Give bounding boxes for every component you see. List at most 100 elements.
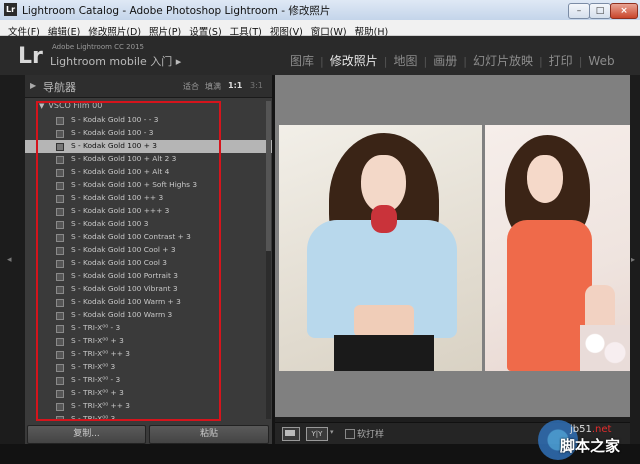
preset-label: S - Kodak Gold 100 Warm + 3	[71, 297, 181, 306]
maximize-button[interactable]: □	[589, 3, 611, 19]
preset-icon	[56, 195, 64, 203]
view-options-caret-icon[interactable]: ▾	[330, 428, 334, 436]
maximize-icon: □	[595, 6, 605, 16]
preset-item[interactable]: S - Kodak Gold 100 - 3	[25, 127, 272, 140]
close-icon: ×	[620, 6, 628, 16]
preset-item[interactable]: S - Kodak Gold 100 + Alt 2 3	[25, 153, 272, 166]
image-canvas[interactable]	[275, 75, 630, 417]
left-panel-trim: ◂	[0, 75, 25, 444]
zoom-3-1[interactable]: 3:1	[250, 81, 263, 90]
zoom-1-1[interactable]: 1:1	[228, 81, 242, 90]
menu-bar: 文件(F) 编辑(E) 修改照片(D) 照片(P) 设置(S) 工具(T) 视图(V) 窗口(…	[0, 20, 640, 38]
module-slideshow[interactable]: 幻灯片放映	[467, 52, 539, 69]
copy-paste-bar: 复制... 粘贴	[25, 425, 272, 444]
preset-icon	[56, 221, 64, 229]
photo-shape	[354, 305, 414, 337]
preset-label: S - Kodak Gold 100 + Alt 4	[71, 167, 170, 176]
preset-item[interactable]: S - TRI-X⁰⁰ 3	[25, 413, 272, 419]
preset-label: S - Kodak Gold 100 + Alt 2 3	[71, 154, 177, 163]
preset-item[interactable]: S - Kodak Gold 100 Cool + 3	[25, 244, 272, 257]
module-library[interactable]: 图库	[284, 52, 320, 69]
module-print[interactable]: 打印	[543, 52, 579, 69]
watermark-url-prefix: jb51	[570, 424, 592, 435]
preset-icon	[56, 169, 64, 177]
preset-folder-label: VSCO Film 00	[48, 101, 103, 110]
preset-item[interactable]: S - Kodak Gold 100 Contrast + 3	[25, 231, 272, 244]
preset-icon	[56, 260, 64, 268]
zoom-fill[interactable]: 填满	[205, 81, 221, 92]
collapse-right-panel-icon[interactable]: ▸	[631, 255, 635, 264]
preset-item[interactable]: S - Kodak Gold 100 + Alt 4	[25, 166, 272, 179]
photo-shape	[371, 205, 397, 233]
soft-proofing-label: 软打样	[357, 430, 385, 440]
preset-icon	[56, 234, 64, 242]
preset-item[interactable]: S - TRI-X⁰⁰ ++ 3	[25, 400, 272, 413]
watermark-text: 脚本之家	[560, 437, 621, 455]
module-web[interactable]: Web	[582, 54, 620, 68]
presets-scrollbar[interactable]	[266, 101, 271, 419]
copy-settings-button[interactable]: 复制...	[27, 425, 146, 444]
preset-item[interactable]: S - TRI-X⁰⁰ - 3	[25, 374, 272, 387]
preset-item[interactable]: S - Kodak Gold 100 + Soft Highs 3	[25, 179, 272, 192]
folder-expanded-icon: ▼	[39, 102, 45, 110]
preset-label: S - TRI-X⁰⁰ - 3	[71, 375, 121, 384]
lightroom-mobile-link[interactable]: Lightroom mobile 入门 ▸	[50, 53, 181, 69]
preset-label: S - Kodak Gold 100 ++ 3	[71, 193, 164, 202]
preset-icon	[56, 208, 64, 216]
identity-plate-header: Lr Adobe Lightroom CC 2015 Lightroom mob…	[0, 36, 640, 76]
zoom-fit[interactable]: 适合	[183, 81, 199, 92]
preset-item[interactable]: S - Kodak Gold 100 Portrait 3	[25, 270, 272, 283]
expand-triangle-icon[interactable]: ▶	[30, 81, 36, 90]
preset-item[interactable]: S - Kodak Gold 100 + 3	[25, 140, 272, 153]
loupe-view-button[interactable]	[282, 427, 300, 441]
lightroom-app-icon: Lr	[4, 3, 17, 16]
minimize-icon: –	[576, 6, 582, 16]
preset-item[interactable]: S - Kodak Gold 100 Vibrant 3	[25, 283, 272, 296]
photo-shape	[334, 335, 434, 371]
preset-icon	[56, 286, 64, 294]
preset-item[interactable]: S - Kodak Gold 100 - - 3	[25, 114, 272, 127]
module-picker: 图库 | 修改照片 | 地图 | 画册 | 幻灯片放映 | 打印 | Web	[284, 50, 621, 69]
preset-icon	[56, 312, 64, 320]
paste-settings-button[interactable]: 粘贴	[149, 425, 269, 444]
preset-item[interactable]: S - TRI-X⁰⁰ - 3	[25, 322, 272, 335]
window-titlebar: Lr Lightroom Catalog - Adobe Photoshop L…	[0, 0, 640, 21]
preset-icon	[56, 364, 64, 372]
preset-item[interactable]: S - Kodak Gold 100 3	[25, 218, 272, 231]
preset-icon	[56, 390, 64, 398]
preset-label: S - Kodak Gold 100 Cool 3	[71, 258, 168, 267]
preset-label: S - Kodak Gold 100 - - 3	[71, 115, 159, 124]
before-after-view-button[interactable]: Y|Y	[306, 427, 328, 441]
minimize-button[interactable]: –	[568, 3, 590, 19]
preset-folder[interactable]: ▼ VSCO Film 00	[39, 101, 102, 110]
collapse-left-panel-icon[interactable]: ◂	[7, 255, 12, 265]
soft-proofing-checkbox[interactable]	[345, 429, 355, 439]
preset-item[interactable]: S - Kodak Gold 100 +++ 3	[25, 205, 272, 218]
preset-item[interactable]: S - TRI-X⁰⁰ + 3	[25, 387, 272, 400]
module-develop[interactable]: 修改照片	[324, 52, 384, 69]
preset-item[interactable]: S - Kodak Gold 100 Warm 3	[25, 309, 272, 322]
left-panel: ▶ 导航器 适合 填满 1:1 3:1 ▼ VSCO Film 00 S - Ko…	[25, 75, 272, 444]
watermark-url: jb51.net	[570, 424, 611, 435]
preset-item[interactable]: S - TRI-X⁰⁰ + 3	[25, 335, 272, 348]
watermark-url-suffix: .net	[591, 424, 612, 435]
preset-icon	[56, 247, 64, 255]
preset-item[interactable]: S - Kodak Gold 100 ++ 3	[25, 192, 272, 205]
preset-icon	[56, 273, 64, 281]
lr-logo: Lr	[18, 44, 43, 69]
navigator-header[interactable]: ▶ 导航器 适合 填满 1:1 3:1	[25, 75, 272, 98]
photo-shape	[527, 155, 563, 203]
preset-label: S - TRI-X⁰⁰ + 3	[71, 336, 124, 345]
scrollbar-thumb[interactable]	[266, 101, 271, 251]
preset-item[interactable]: S - TRI-X⁰⁰ 3	[25, 361, 272, 374]
module-book[interactable]: 画册	[427, 52, 463, 69]
close-button[interactable]: ×	[610, 3, 638, 19]
preset-label: S - TRI-X⁰⁰ - 3	[71, 323, 121, 332]
preset-icon	[56, 130, 64, 138]
module-map[interactable]: 地图	[387, 52, 423, 69]
preset-item[interactable]: S - Kodak Gold 100 Warm + 3	[25, 296, 272, 309]
preset-item[interactable]: S - TRI-X⁰⁰ ++ 3	[25, 348, 272, 361]
preset-icon	[56, 156, 64, 164]
preset-icon	[56, 351, 64, 359]
preset-item[interactable]: S - Kodak Gold 100 Cool 3	[25, 257, 272, 270]
